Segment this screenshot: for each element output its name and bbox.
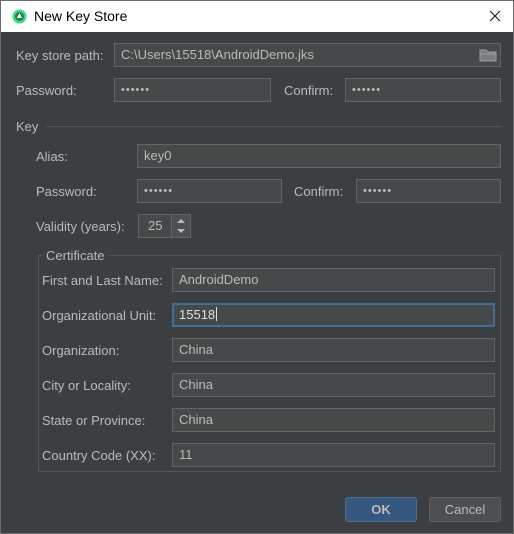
alias-label: Alias: bbox=[36, 149, 68, 164]
keystore-confirm-field[interactable]: •••••• bbox=[345, 78, 501, 102]
dialog-title: New Key Store bbox=[34, 8, 128, 24]
folder-icon bbox=[479, 49, 497, 62]
ok-button[interactable]: OK bbox=[345, 497, 417, 522]
keystore-password-label: Password: bbox=[16, 83, 77, 98]
key-section-separator bbox=[46, 126, 501, 127]
key-confirm-field[interactable]: •••••• bbox=[356, 179, 501, 203]
validity-label: Validity (years): bbox=[36, 219, 125, 234]
first-last-name-label: First and Last Name: bbox=[42, 273, 163, 288]
key-store-path-field[interactable]: C:\Users\15518\AndroidDemo.jks bbox=[114, 43, 501, 67]
browse-button[interactable] bbox=[479, 48, 497, 62]
certificate-group-title: Certificate bbox=[43, 248, 108, 263]
android-studio-icon bbox=[12, 9, 27, 24]
validity-spinner[interactable]: 25 bbox=[138, 214, 191, 238]
keystore-confirm-label: Confirm: bbox=[284, 83, 334, 98]
spinner-up-icon[interactable] bbox=[172, 215, 190, 226]
title-bar: New Key Store bbox=[1, 1, 513, 32]
country-code-field[interactable]: 11 bbox=[172, 443, 495, 467]
validity-spinner-arrows[interactable] bbox=[171, 215, 190, 237]
org-unit-label: Organizational Unit: bbox=[42, 308, 157, 323]
cancel-button[interactable]: Cancel bbox=[429, 497, 501, 522]
first-last-name-field[interactable]: AndroidDemo bbox=[172, 268, 495, 292]
key-password-label: Password: bbox=[36, 184, 97, 199]
city-field[interactable]: China bbox=[172, 373, 495, 397]
alias-field[interactable]: key0 bbox=[137, 144, 501, 168]
close-icon bbox=[489, 10, 501, 22]
organization-label: Organization: bbox=[42, 343, 120, 358]
key-password-field[interactable]: •••••• bbox=[137, 179, 282, 203]
key-store-path-label: Key store path: bbox=[16, 48, 104, 63]
keystore-password-field[interactable]: •••••• bbox=[114, 78, 271, 102]
key-section-label: Key bbox=[16, 119, 39, 134]
state-label: State or Province: bbox=[42, 413, 146, 428]
validity-value: 25 bbox=[148, 218, 163, 233]
organization-field[interactable]: China bbox=[172, 338, 495, 362]
org-unit-field[interactable]: 15518 bbox=[172, 303, 495, 327]
city-label: City or Locality: bbox=[42, 378, 131, 393]
text-caret bbox=[216, 307, 218, 321]
country-code-label: Country Code (XX): bbox=[42, 448, 156, 463]
close-button[interactable] bbox=[483, 4, 507, 28]
state-field[interactable]: China bbox=[172, 408, 495, 432]
key-confirm-label: Confirm: bbox=[294, 184, 344, 199]
new-key-store-dialog: New Key Store Key store path: C:\Users\1… bbox=[0, 0, 514, 534]
spinner-down-icon[interactable] bbox=[172, 226, 190, 237]
